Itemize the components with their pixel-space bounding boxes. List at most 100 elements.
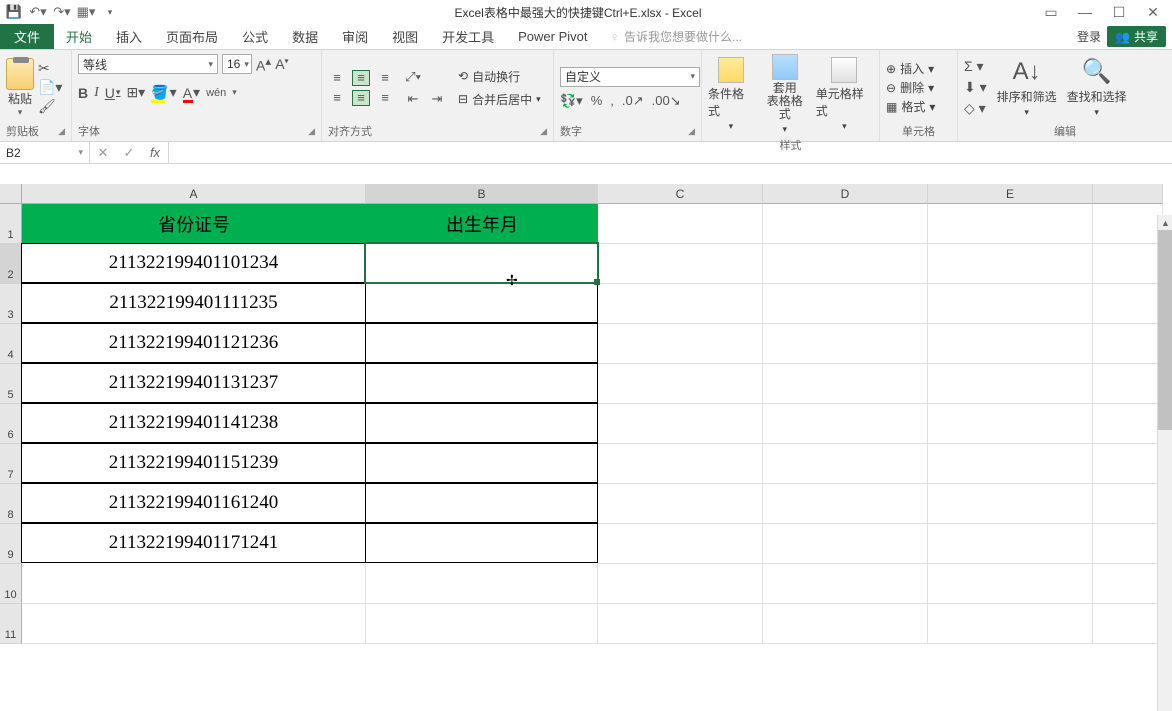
cell[interactable] — [1093, 404, 1163, 444]
cell[interactable] — [366, 604, 598, 644]
cell[interactable] — [598, 284, 763, 324]
select-all-corner[interactable] — [0, 184, 22, 204]
cell[interactable]: 省份证号 — [22, 204, 366, 244]
border-button[interactable]: ⊞▾ — [126, 84, 145, 101]
merge-center-button[interactable]: ⊟合并后居中▾ — [458, 91, 541, 108]
login-link[interactable]: 登录 — [1077, 28, 1101, 45]
tab-home[interactable]: 开始 — [54, 24, 104, 49]
increase-font-icon[interactable]: A▴ — [256, 54, 271, 74]
cell[interactable] — [365, 443, 598, 483]
comma-button[interactable]: , — [610, 93, 614, 109]
cell[interactable] — [365, 323, 598, 363]
increase-indent-icon[interactable]: ⇥ — [428, 91, 446, 107]
cell[interactable] — [928, 604, 1093, 644]
tab-page-layout[interactable]: 页面布局 — [154, 24, 230, 49]
redo-icon[interactable]: ↷▾ — [52, 2, 72, 22]
cell[interactable] — [598, 204, 763, 244]
cell[interactable] — [763, 204, 928, 244]
align-right-icon[interactable]: ≡ — [376, 90, 394, 106]
formula-input[interactable] — [169, 142, 1172, 163]
cell[interactable] — [1093, 204, 1163, 244]
increase-decimal-icon[interactable]: .0↗ — [622, 93, 644, 109]
cell[interactable] — [598, 564, 763, 604]
phonetic-button[interactable]: wén — [206, 87, 226, 99]
clear-button[interactable]: ◇ ▾ — [964, 100, 987, 117]
cell[interactable] — [365, 483, 598, 523]
column-header[interactable]: E — [928, 184, 1093, 204]
cell[interactable] — [1093, 324, 1163, 364]
paste-button[interactable]: 粘贴 ▾ — [6, 58, 34, 118]
cell[interactable]: 211322199401111235 — [21, 283, 366, 323]
row-header[interactable]: 3 — [0, 284, 22, 324]
cell[interactable]: 211322199401171241 — [21, 523, 366, 563]
cell[interactable] — [365, 363, 598, 403]
cell[interactable] — [1093, 604, 1163, 644]
currency-button[interactable]: 💱▾ — [560, 93, 583, 109]
underline-button[interactable]: U▾ — [105, 85, 121, 101]
row-header[interactable]: 11 — [0, 604, 22, 644]
tab-powerpivot[interactable]: Power Pivot — [506, 24, 599, 49]
cell[interactable] — [928, 444, 1093, 484]
cell[interactable]: 211322199401151239 — [21, 443, 366, 483]
cell[interactable] — [763, 564, 928, 604]
row-header[interactable]: 4 — [0, 324, 22, 364]
cell[interactable] — [22, 564, 366, 604]
tab-view[interactable]: 视图 — [380, 24, 430, 49]
cell[interactable] — [1093, 284, 1163, 324]
cell[interactable] — [1093, 484, 1163, 524]
cell[interactable] — [763, 404, 928, 444]
conditional-format-button[interactable]: 条件格式▾ — [708, 57, 754, 132]
cell[interactable] — [763, 484, 928, 524]
percent-button[interactable]: % — [591, 93, 603, 109]
cell[interactable] — [928, 324, 1093, 364]
cell[interactable]: 211322199401121236 — [21, 323, 366, 363]
align-bottom-icon[interactable]: ≡ — [376, 70, 394, 86]
row-header[interactable]: 9 — [0, 524, 22, 564]
fill-button[interactable]: ⬇ ▾ — [964, 79, 987, 96]
row-header[interactable]: 1 — [0, 204, 22, 244]
cell[interactable] — [928, 404, 1093, 444]
cell[interactable] — [1093, 524, 1163, 564]
row-header[interactable]: 5 — [0, 364, 22, 404]
cell[interactable] — [763, 244, 928, 284]
delete-cells-button[interactable]: ⊖删除▾ — [886, 79, 935, 96]
find-select-button[interactable]: 🔍 查找和选择▾ — [1067, 57, 1127, 118]
cell[interactable] — [928, 244, 1093, 284]
maximize-icon[interactable]: ☐ — [1104, 2, 1134, 22]
cell[interactable] — [928, 204, 1093, 244]
cell[interactable] — [598, 444, 763, 484]
bold-button[interactable]: B — [78, 85, 88, 101]
name-box[interactable]: B2 ▾ — [0, 142, 90, 163]
share-button[interactable]: 👥 共享 — [1107, 26, 1166, 47]
column-header[interactable] — [1093, 184, 1163, 204]
format-painter-button[interactable]: 🖌 — [38, 98, 62, 115]
fill-color-button[interactable]: 🪣▾ — [151, 84, 176, 101]
cell[interactable] — [365, 523, 598, 563]
decrease-indent-icon[interactable]: ⇤ — [404, 91, 422, 107]
italic-button[interactable]: I — [94, 85, 99, 101]
tab-data[interactable]: 数据 — [280, 24, 330, 49]
cell[interactable] — [763, 444, 928, 484]
cell[interactable] — [598, 524, 763, 564]
cell[interactable] — [928, 564, 1093, 604]
cell[interactable] — [366, 564, 598, 604]
fill-handle[interactable] — [594, 279, 600, 285]
font-launcher-icon[interactable]: ◢ — [308, 126, 315, 137]
align-left-icon[interactable]: ≡ — [328, 90, 346, 106]
row-header[interactable]: 10 — [0, 564, 22, 604]
cancel-formula-icon[interactable]: ✕ — [90, 145, 116, 161]
new-icon[interactable]: ▦▾ — [76, 2, 96, 22]
sort-filter-button[interactable]: A↓ 排序和筛选▾ — [997, 58, 1057, 118]
scroll-up-icon[interactable]: ▲ — [1158, 215, 1172, 230]
cell[interactable] — [1093, 244, 1163, 284]
cell[interactable]: 211322199401131237 — [21, 363, 366, 403]
cell[interactable] — [1093, 444, 1163, 484]
cell[interactable] — [365, 243, 598, 283]
cell[interactable] — [763, 284, 928, 324]
vertical-scrollbar[interactable]: ▲ — [1157, 215, 1172, 711]
alignment-launcher-icon[interactable]: ◢ — [540, 126, 547, 137]
number-format-combo[interactable]: 自定义▾ — [560, 67, 700, 87]
cell[interactable] — [1093, 364, 1163, 404]
cell[interactable] — [365, 403, 598, 443]
minimize-icon[interactable]: — — [1070, 2, 1100, 22]
